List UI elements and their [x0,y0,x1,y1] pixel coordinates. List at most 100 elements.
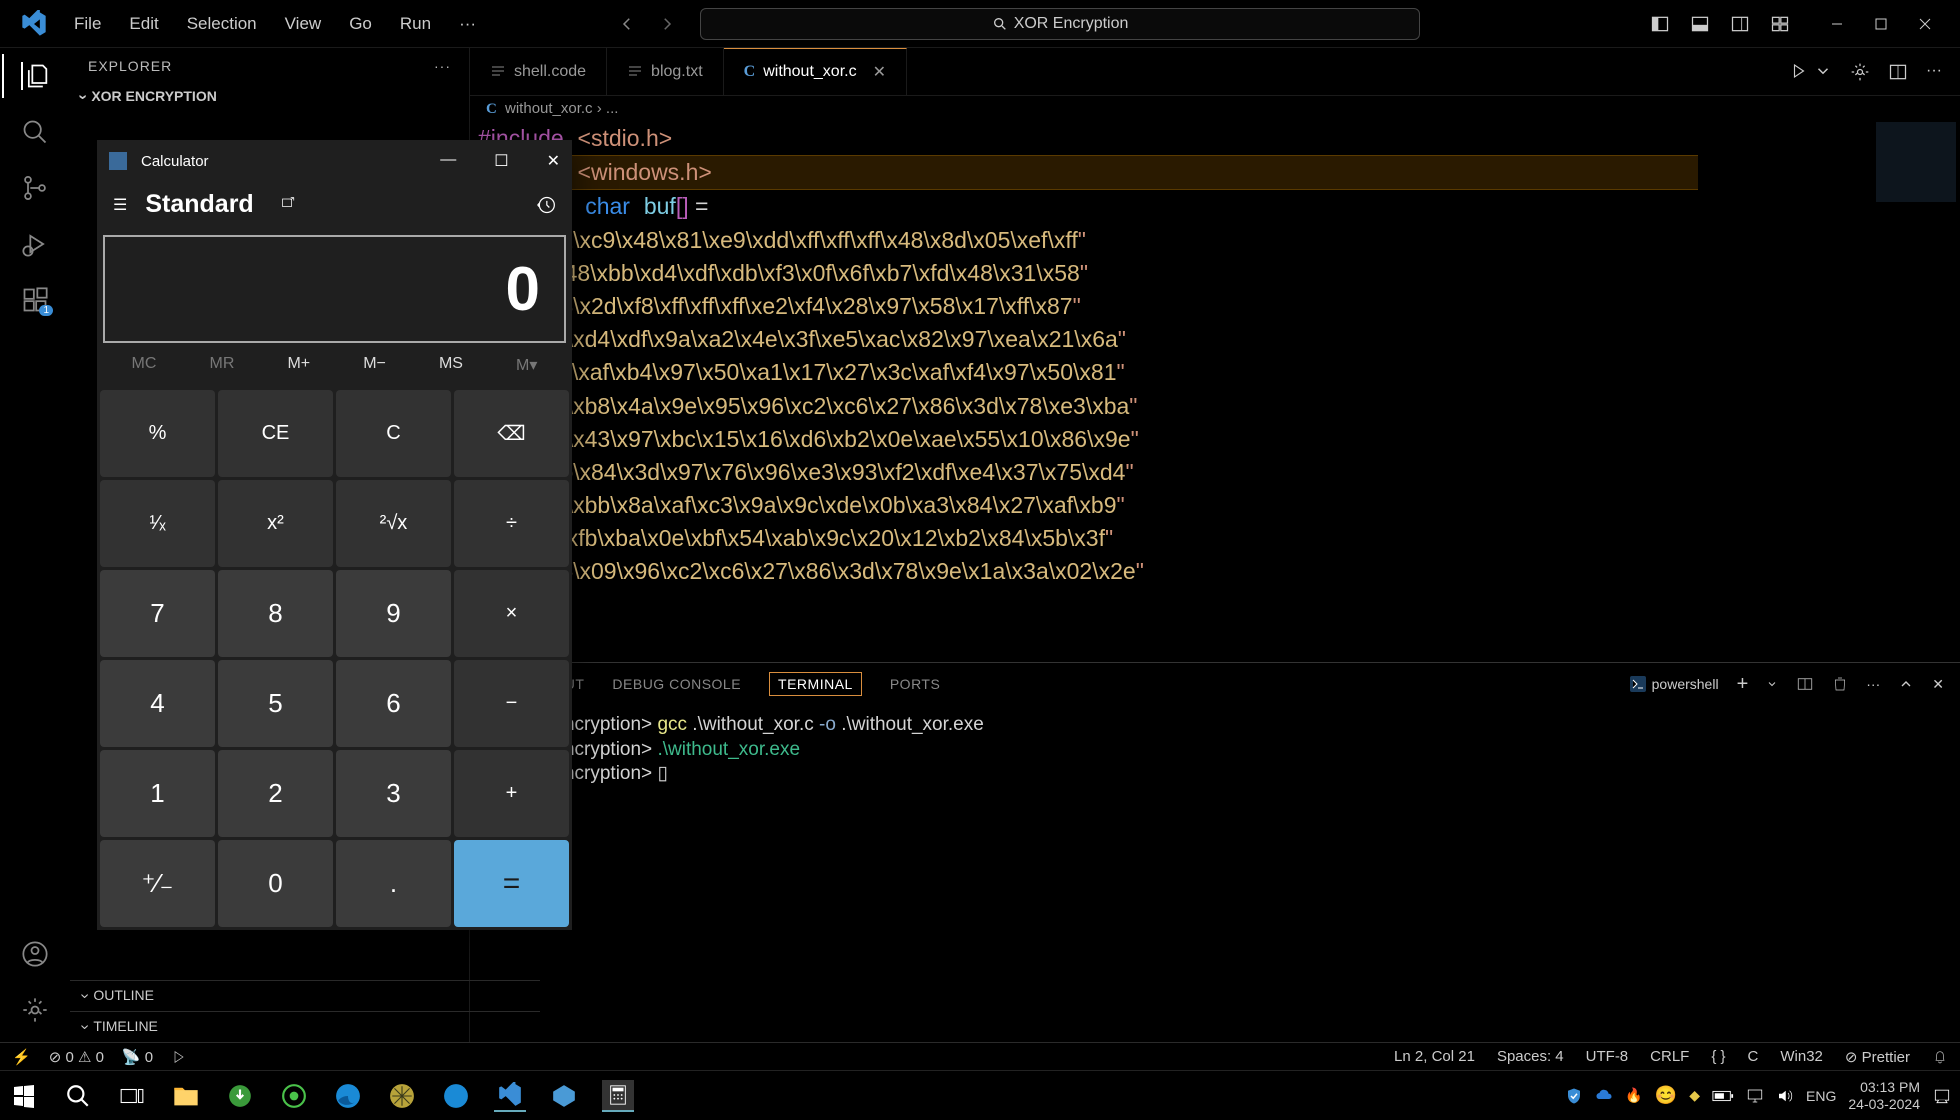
calc-history-icon[interactable] [536,195,556,215]
menu-edit[interactable]: Edit [117,10,170,38]
terminal[interactable]: \Git\XOR Encryption> gcc .\without_xor.c… [470,705,1960,1042]
calc-btn-x[interactable]: . [336,840,451,927]
file-explorer-icon[interactable] [170,1080,202,1112]
calc-pin-icon[interactable] [278,196,296,214]
nav-back-icon[interactable] [618,15,636,33]
account-icon[interactable] [21,940,49,968]
explorer-folder[interactable]: XOR ENCRYPTION [70,84,469,110]
status-platform[interactable]: Win32 [1780,1048,1823,1065]
app-icon-4[interactable] [548,1080,580,1112]
debug-start-icon[interactable] [171,1049,187,1065]
volume-icon[interactable] [1776,1087,1794,1105]
tray-icon-2[interactable]: 😊 [1655,1085,1677,1106]
language-indicator[interactable]: ENG [1806,1088,1836,1104]
calc-btn-4[interactable]: 4 [100,660,215,747]
calc-btn-x[interactable]: × [454,570,569,657]
calc-btn-1[interactable]: 1 [100,750,215,837]
explorer-icon[interactable] [21,62,49,90]
trash-icon[interactable] [1832,676,1848,692]
menu-run[interactable]: Run [388,10,443,38]
calculator-taskbar-icon[interactable] [602,1080,634,1112]
calc-btn-0[interactable]: 0 [218,840,333,927]
chevron-up-icon[interactable] [1898,676,1914,692]
status-language[interactable]: C [1748,1048,1759,1065]
app-icon-3[interactable] [440,1080,472,1112]
task-view-icon[interactable] [116,1080,148,1112]
customize-layout-icon[interactable] [1770,14,1790,34]
nav-forward-icon[interactable] [658,15,676,33]
calc-btn-9[interactable]: 9 [336,570,451,657]
run-icon[interactable] [1788,62,1810,80]
debug-icon[interactable] [21,230,49,258]
calc-mminus[interactable]: M− [363,355,386,375]
app-icon-1[interactable] [278,1080,310,1112]
calc-btn-xxx[interactable]: ¹⁄ₓ [100,480,215,567]
maximize-icon[interactable] [1874,17,1888,31]
calc-btn-8[interactable]: 8 [218,570,333,657]
menu-view[interactable]: View [273,10,334,38]
terminal-dropdown-icon[interactable] [1766,678,1778,690]
calc-btn-xx[interactable]: x² [218,480,333,567]
split-terminal-icon[interactable] [1796,675,1814,693]
calc-btn-5[interactable]: 5 [218,660,333,747]
panel-tab-debug[interactable]: DEBUG CONSOLE [612,676,741,692]
breadcrumb[interactable]: C without_xor.c › ... [470,96,1960,122]
calc-mdrop[interactable]: M▾ [516,355,537,375]
minimap[interactable] [1876,122,1956,202]
layout-panel-icon[interactable] [1690,14,1710,34]
calc-btn-x[interactable]: = [454,840,569,927]
timeline-section[interactable]: TIMELINE [70,1011,540,1042]
calc-mr[interactable]: MR [210,355,235,375]
calc-ms[interactable]: MS [439,355,463,375]
calc-btn-x[interactable]: ⌫ [454,390,569,477]
menu-go[interactable]: Go [337,10,384,38]
panel-tab-ports[interactable]: PORTS [890,676,940,692]
tab-blog-txt[interactable]: blog.txt [607,48,724,95]
minimize-icon[interactable] [1830,17,1844,31]
start-menu-icon[interactable] [8,1080,40,1112]
editor-settings-gear-icon[interactable] [1850,62,1870,82]
calc-btn-CE[interactable]: CE [218,390,333,477]
calc-btn-xxx[interactable]: ⁺⁄₋ [100,840,215,927]
settings-gear-icon[interactable] [21,996,49,1024]
calc-btn-3[interactable]: 3 [336,750,451,837]
status-prettier[interactable]: ⊘ Prettier [1845,1048,1910,1066]
vscode-taskbar-icon[interactable] [494,1080,526,1112]
panel-close-icon[interactable]: ✕ [1932,676,1944,693]
layout-sidebar-right-icon[interactable] [1730,14,1750,34]
status-indent[interactable]: Spaces: 4 [1497,1048,1564,1065]
editor-more-icon[interactable]: ··· [1926,62,1942,82]
tab-without-xor-c[interactable]: C without_xor.c ✕ [724,48,907,95]
status-encoding[interactable]: UTF-8 [1586,1048,1629,1065]
app-icon-2[interactable] [386,1080,418,1112]
status-errors[interactable]: ⊘ 0 ⚠ 0 [49,1048,104,1066]
tray-icon-1[interactable]: 🔥 [1625,1087,1642,1104]
calc-btn-C[interactable]: C [336,390,451,477]
calc-btn-xxx[interactable]: ²√x [336,480,451,567]
status-braces[interactable]: { } [1711,1048,1725,1065]
terminal-shell-selector[interactable]: powershell [1630,676,1719,692]
taskbar-search-icon[interactable] [62,1080,94,1112]
calc-btn-6[interactable]: 6 [336,660,451,747]
battery-icon[interactable] [1712,1089,1734,1103]
menu-more[interactable]: ··· [447,10,488,38]
calc-mc[interactable]: MC [132,355,157,375]
menu-file[interactable]: File [62,10,113,38]
calc-btn-x[interactable]: % [100,390,215,477]
calc-menu-icon[interactable]: ☰ [113,195,127,215]
split-editor-icon[interactable] [1888,62,1908,82]
tray-icon-3[interactable]: ◆ [1689,1087,1700,1104]
calc-btn-x[interactable]: ÷ [454,480,569,567]
calc-maximize-icon[interactable]: ☐ [494,151,508,171]
display-icon[interactable] [1746,1087,1764,1105]
layout-sidebar-left-icon[interactable] [1650,14,1670,34]
remote-icon[interactable]: ⚡ [12,1048,31,1066]
tab-close-icon[interactable]: ✕ [873,62,886,82]
sidebar-more-icon[interactable]: ··· [434,58,451,74]
taskbar-clock[interactable]: 03:13 PM 24-03-2024 [1848,1079,1920,1113]
notifications-bell-icon[interactable] [1932,1049,1948,1065]
calc-mplus[interactable]: M+ [287,355,310,375]
idm-icon[interactable] [224,1080,256,1112]
status-position[interactable]: Ln 2, Col 21 [1394,1048,1475,1065]
extensions-icon[interactable]: 1 [21,286,49,314]
